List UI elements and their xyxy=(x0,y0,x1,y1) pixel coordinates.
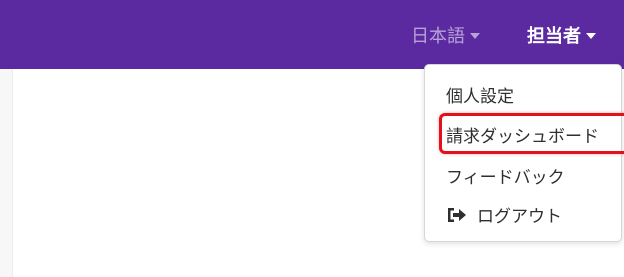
menu-item-label: フィードバック xyxy=(446,168,565,188)
language-label: 日本語 xyxy=(411,25,465,47)
user-dropdown[interactable]: 担当者 xyxy=(527,0,596,69)
menu-item-feedback[interactable]: フィードバック xyxy=(446,163,565,188)
content-panel-edge xyxy=(0,69,13,277)
user-dropdown-menu: 個人設定 請求ダッシュボード フィードバック ログアウト xyxy=(424,64,624,242)
menu-item-label: 個人設定 xyxy=(446,87,514,107)
user-label: 担当者 xyxy=(527,25,581,47)
top-navbar: 日本語 担当者 xyxy=(0,0,624,69)
page: 日本語 担当者 個人設定 請求ダッシュボード フィードバック ログアウト xyxy=(0,0,624,277)
menu-item-label: ログアウト xyxy=(477,207,562,227)
menu-item-billing-dashboard[interactable]: 請求ダッシュボード xyxy=(439,113,624,154)
menu-item-logout[interactable]: ログアウト xyxy=(446,202,562,227)
language-dropdown[interactable]: 日本語 xyxy=(411,0,480,69)
highlight-box xyxy=(439,113,624,154)
menu-item-personal-settings[interactable]: 個人設定 xyxy=(446,82,514,107)
chevron-down-icon xyxy=(470,32,480,39)
sign-out-icon xyxy=(448,207,466,222)
chevron-down-icon xyxy=(586,32,596,39)
